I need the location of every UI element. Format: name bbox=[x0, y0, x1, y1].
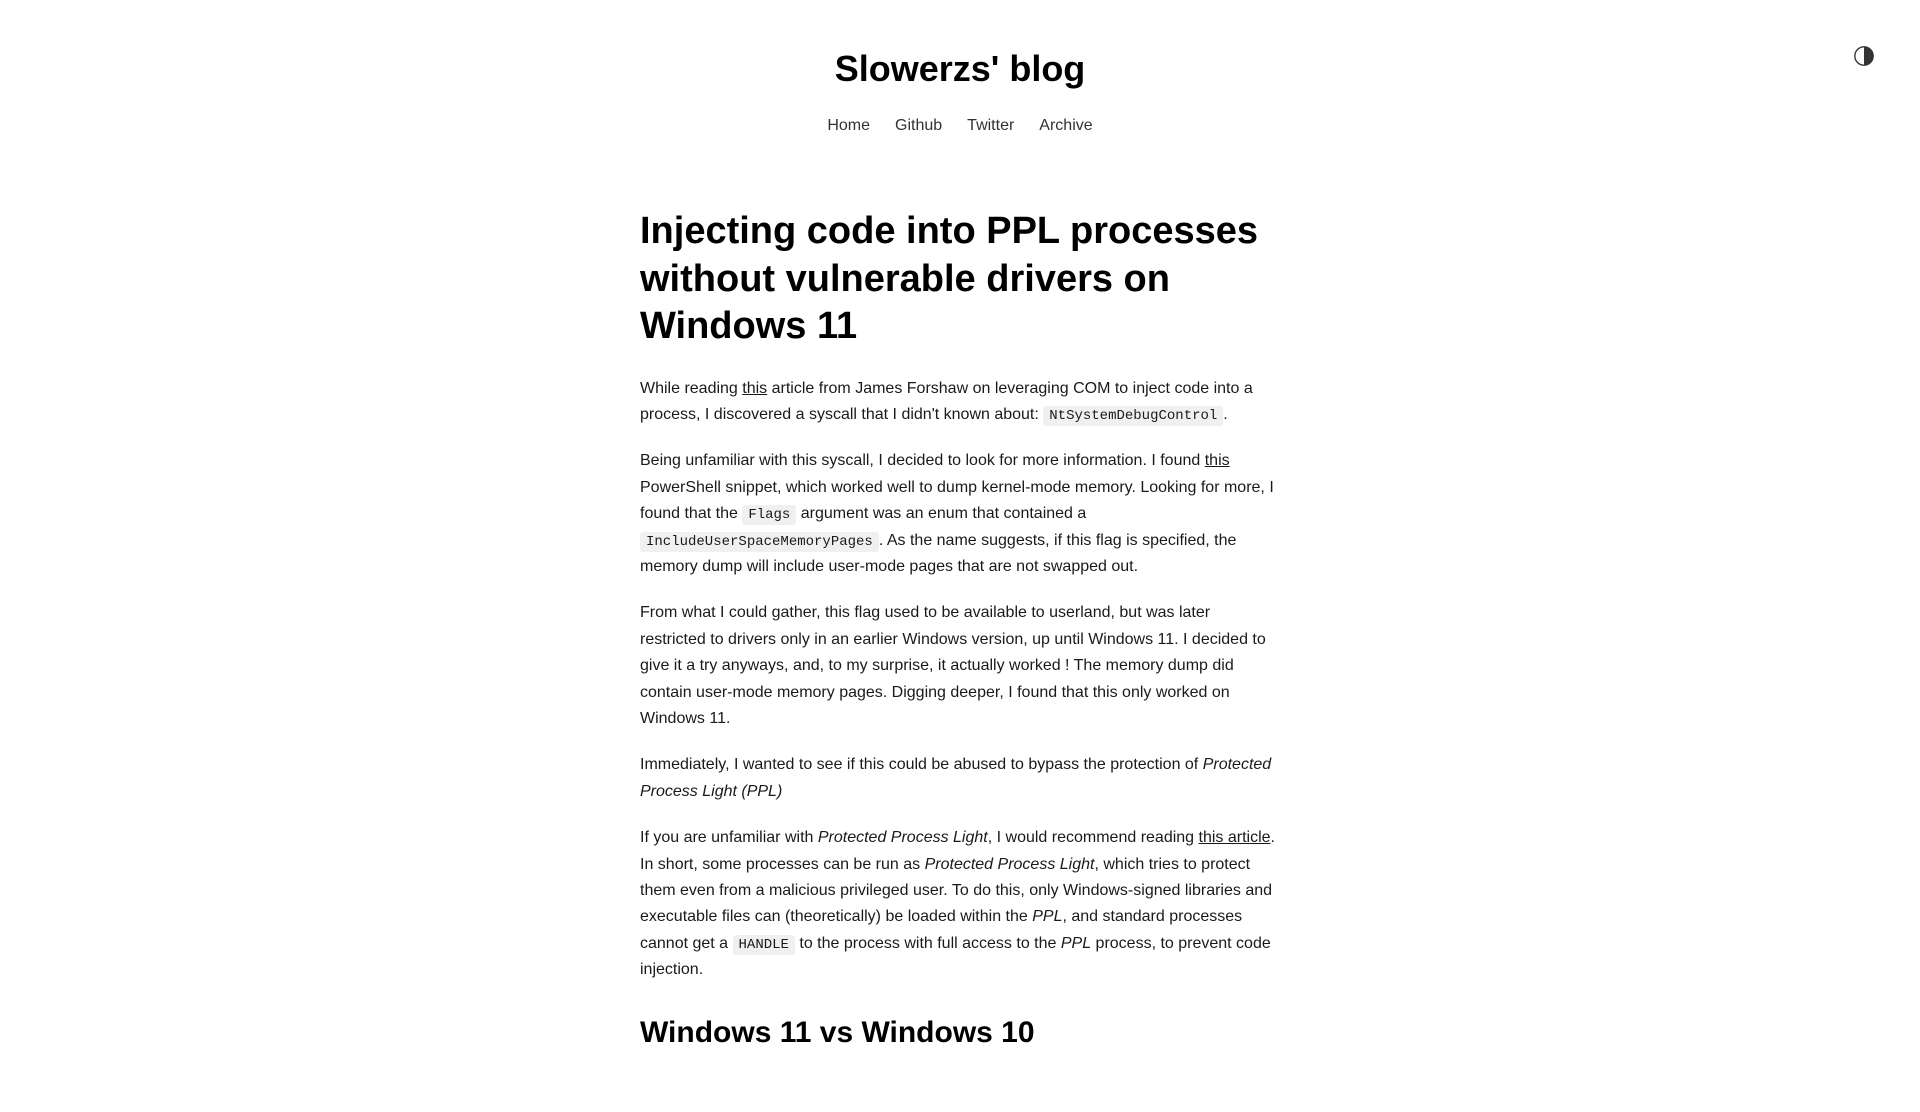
site-header: Slowerzs' blog Home Github Twitter Archi… bbox=[0, 0, 1920, 168]
text: , I would recommend reading bbox=[988, 829, 1199, 846]
theme-toggle-button[interactable] bbox=[1853, 45, 1875, 67]
nav-twitter[interactable]: Twitter bbox=[967, 113, 1014, 139]
text: argument was an enum that contained a bbox=[796, 505, 1086, 522]
italic-ppl-2: Protected Process Light bbox=[925, 856, 1095, 873]
paragraph-3: From what I could gather, this flag used… bbox=[640, 600, 1280, 732]
text: Being unfamiliar with this syscall, I de… bbox=[640, 452, 1205, 469]
text: While reading bbox=[640, 380, 742, 397]
link-ppl-article[interactable]: this article bbox=[1199, 829, 1271, 846]
code-includeuserspace: IncludeUserSpaceMemoryPages bbox=[640, 532, 879, 552]
text: If you are unfamiliar with bbox=[640, 829, 818, 846]
text: . bbox=[1223, 406, 1227, 423]
link-forshaw-article[interactable]: this bbox=[742, 380, 767, 397]
nav-home[interactable]: Home bbox=[827, 113, 870, 139]
paragraph-5: If you are unfamiliar with Protected Pro… bbox=[640, 825, 1280, 983]
nav-github[interactable]: Github bbox=[895, 113, 942, 139]
nav-archive[interactable]: Archive bbox=[1039, 113, 1092, 139]
link-powershell-snippet[interactable]: this bbox=[1205, 452, 1230, 469]
article-content: Injecting code into PPL processes withou… bbox=[620, 168, 1300, 1111]
code-handle: HANDLE bbox=[733, 935, 795, 955]
section-heading-win11-vs-win10: Windows 11 vs Windows 10 bbox=[640, 1009, 1280, 1057]
italic-ppl-4: PPL bbox=[1061, 935, 1091, 952]
text: Immediately, I wanted to see if this cou… bbox=[640, 756, 1203, 773]
site-title[interactable]: Slowerzs' blog bbox=[20, 40, 1900, 98]
paragraph-1: While reading this article from James Fo… bbox=[640, 376, 1280, 429]
article-title: Injecting code into PPL processes withou… bbox=[640, 208, 1280, 351]
half-circle-icon bbox=[1853, 45, 1875, 67]
text: to the process with full access to the bbox=[795, 935, 1061, 952]
italic-ppl-3: PPL bbox=[1032, 908, 1062, 925]
article-body: While reading this article from James Fo… bbox=[640, 376, 1280, 1057]
text: From what I could gather, this flag used… bbox=[640, 604, 1266, 727]
paragraph-4: Immediately, I wanted to see if this cou… bbox=[640, 752, 1280, 805]
paragraph-2: Being unfamiliar with this syscall, I de… bbox=[640, 448, 1280, 580]
main-nav: Home Github Twitter Archive bbox=[20, 113, 1900, 139]
code-ntsystemdebugcontrol: NtSystemDebugControl bbox=[1043, 406, 1223, 426]
code-flags: Flags bbox=[742, 505, 796, 525]
italic-ppl-1: Protected Process Light bbox=[818, 829, 988, 846]
